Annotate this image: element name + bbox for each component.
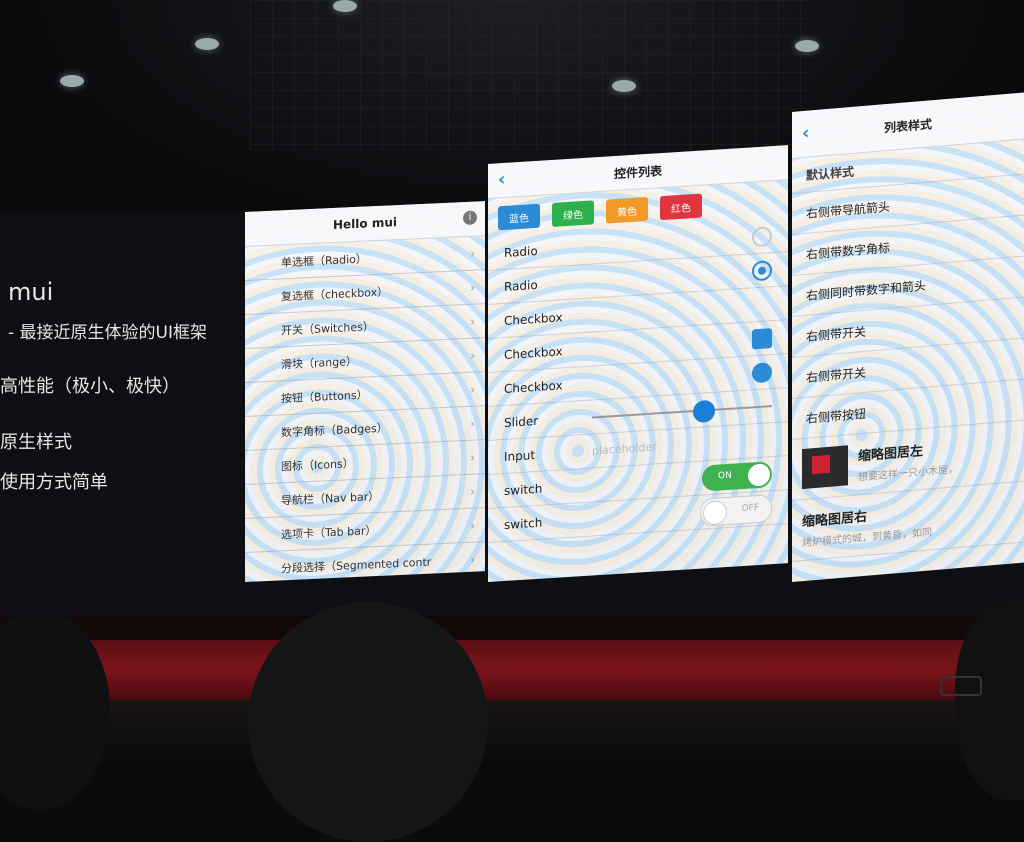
switch-knob (703, 499, 727, 525)
color-button[interactable]: 红色 (660, 193, 702, 221)
chevron-right-icon: › (470, 552, 475, 567)
slide-bullet: 使用方式简单 (0, 472, 108, 493)
radio-label: Radio (504, 243, 538, 260)
ceiling-light (612, 80, 636, 92)
checkbox[interactable] (752, 361, 772, 383)
phone-screen-list-styles: ‹ 列表样式 默认样式 右侧带导航箭头 右侧带数字角标 右侧同时带数字和箭头 右侧带开关… (792, 92, 1024, 582)
range-slider[interactable] (592, 396, 772, 427)
checkbox[interactable] (752, 327, 772, 349)
list-item-label: 选项卡（Tab bar） (281, 523, 377, 541)
slider-track (592, 404, 772, 418)
checkbox-label: Checkbox (504, 309, 563, 328)
ceiling-light (333, 0, 357, 12)
slider-label: Slider (504, 413, 539, 430)
radio-button[interactable] (752, 225, 772, 247)
chevron-right-icon: › (470, 314, 475, 329)
color-button[interactable]: 绿色 (552, 200, 594, 227)
checkbox[interactable] (754, 295, 772, 314)
list-item-label: 导航栏（Nav bar） (281, 489, 380, 507)
checkbox-label: Checkbox (504, 377, 563, 396)
list-item-label: 数字角标（Badges） (281, 421, 388, 439)
ceiling-grid (250, 0, 810, 150)
chevron-right-icon: › (470, 246, 475, 261)
nav-title: 控件列表 (613, 163, 662, 181)
list-item-label: 单选框（Radio） (281, 251, 367, 269)
component-list: 单选框（Radio） › 复选框（checkbox） › 开关（Switches） › 滑块… (245, 236, 485, 582)
ceiling-light (195, 38, 219, 50)
switch-state-label: OFF (741, 502, 759, 514)
ceiling-light (795, 40, 819, 52)
chevron-right-icon: › (470, 450, 475, 465)
nav-title: 列表样式 (883, 116, 932, 135)
back-chevron-icon[interactable]: ‹ (802, 123, 809, 145)
chevron-right-icon: › (470, 280, 475, 295)
list-item-label: 分段选择（Segmented contr (281, 555, 432, 575)
slide-subtitle: - 最接近原生体验的UI框架 (8, 323, 207, 343)
slider-knob[interactable] (692, 399, 715, 423)
switch-state-label: ON (718, 470, 732, 482)
list-item-label: 图标（Icons） (281, 456, 354, 473)
switch-knob (748, 462, 770, 487)
text-input[interactable]: placeholder (592, 433, 772, 457)
slide-title: mui (8, 278, 54, 306)
switch-label: switch (504, 515, 543, 532)
radio-button[interactable] (752, 259, 772, 281)
color-button[interactable]: 蓝色 (498, 203, 540, 231)
nav-title: Hello mui (333, 215, 397, 233)
toggle-switch[interactable]: ON (702, 460, 772, 492)
thumbnail-image (802, 445, 848, 490)
chevron-right-icon: › (470, 416, 475, 431)
phone-screen-hello-mui: Hello mui i 单选框（Radio） › 复选框（checkbox） › 开关（… (245, 201, 485, 582)
ceiling-light (60, 75, 84, 87)
chevron-right-icon: › (470, 484, 475, 499)
red-stage-curtain (0, 640, 1024, 700)
list-style-list: 默认样式 右侧带导航箭头 右侧带数字角标 右侧同时带数字和箭头 右侧带开关 右侧带开关 右侧… (792, 139, 1024, 440)
color-button[interactable]: 黄色 (606, 196, 648, 224)
radio-label: Radio (504, 277, 538, 294)
glasses (940, 676, 982, 696)
stage-floor (0, 700, 1024, 768)
list-item-label: 滑块（range） (281, 354, 357, 371)
list-item-label: 复选框（checkbox） (281, 285, 389, 303)
audience-head (248, 602, 488, 842)
toggle-switch[interactable]: OFF (700, 493, 772, 527)
slide-bullet: 高性能（极小、极快） (0, 376, 180, 397)
list-item-label: 按钮（Buttons） (281, 387, 368, 405)
input-label: Input (504, 447, 536, 464)
phone-screen-controls: ‹ 控件列表 蓝色 绿色 黄色 红色 Radio Radio Checkbox Che… (488, 145, 788, 582)
chevron-right-icon: › (470, 518, 475, 533)
chevron-right-icon: › (470, 348, 475, 363)
switch-label: switch (504, 481, 543, 498)
back-chevron-icon[interactable]: ‹ (498, 169, 505, 190)
chevron-right-icon: › (470, 382, 475, 397)
slide-bullet: 原生样式 (0, 432, 72, 453)
thumb-subtitle: 想要这样一只小木屋， (858, 464, 958, 484)
info-icon[interactable]: i (463, 210, 477, 226)
checkbox-label: Checkbox (504, 343, 563, 362)
list-item-label: 开关（Switches） (281, 319, 374, 337)
